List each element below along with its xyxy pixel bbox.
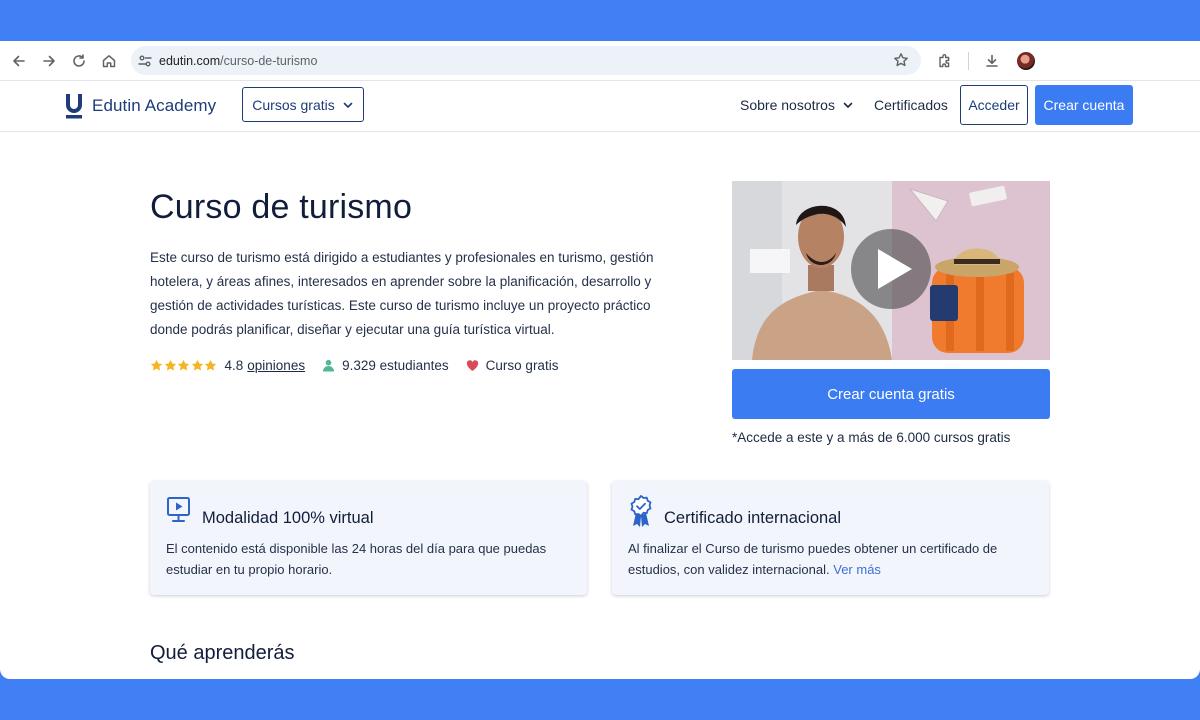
- video-still-image: [732, 181, 1050, 360]
- monitor-play-icon: [167, 497, 190, 522]
- browser-window: edutin.com/curso-de-turismo Edutin Acade…: [0, 41, 1200, 679]
- home-icon[interactable]: [94, 46, 124, 76]
- address-bar[interactable]: edutin.com/curso-de-turismo: [131, 46, 921, 75]
- feature-text: El contenido está disponible las 24 hora…: [166, 541, 547, 577]
- star-icon: [191, 359, 203, 371]
- page-title: Curso de turismo: [150, 188, 413, 226]
- crear-cuenta-gratis-button[interactable]: Crear cuenta gratis: [732, 369, 1050, 419]
- feature-text-container: Al finalizar el Curso de turismo puedes …: [628, 538, 1038, 580]
- chevron-down-icon: [343, 102, 353, 108]
- download-icon[interactable]: [977, 46, 1007, 76]
- feature-title: Modalidad 100% virtual: [202, 509, 374, 527]
- reload-icon[interactable]: [64, 46, 94, 76]
- star-icon: [150, 359, 163, 371]
- cursos-gratis-dropdown[interactable]: Cursos gratis: [242, 87, 364, 122]
- course-video-thumbnail[interactable]: [732, 181, 1050, 360]
- chevron-down-icon: [843, 102, 853, 108]
- feature-text: Al finalizar el Curso de turismo puedes …: [628, 541, 998, 577]
- star-icon: [204, 359, 217, 371]
- nav-certificados[interactable]: Certificados: [874, 97, 948, 113]
- course-description: Este curso de turismo está dirigido a es…: [150, 250, 654, 337]
- url-text: edutin.com/curso-de-turismo: [159, 53, 318, 68]
- back-icon[interactable]: [4, 46, 34, 76]
- feature-card-certificado: Certificado internacional Al finalizar e…: [612, 481, 1049, 595]
- rating-value: 4.8: [224, 358, 244, 373]
- nav-sobre-label: Sobre nosotros: [740, 97, 835, 113]
- browser-toolbar: edutin.com/curso-de-turismo: [0, 41, 1200, 81]
- profile-avatar[interactable]: [1017, 52, 1035, 70]
- curso-gratis-label: Curso gratis: [485, 358, 559, 373]
- opiniones-link[interactable]: opiniones: [247, 358, 305, 373]
- star-icon: [164, 359, 176, 371]
- award-ribbon-icon: [630, 495, 652, 527]
- feature-title: Certificado internacional: [664, 509, 842, 527]
- course-meta: 4.8 opiniones 9.329 estudiantes Curso gr…: [150, 358, 558, 373]
- section-title-que-aprenderas: Qué aprenderás: [150, 642, 295, 664]
- brand-name: Edutin Academy: [92, 96, 217, 115]
- feature-card-virtual: Modalidad 100% virtual El contenido está…: [150, 481, 587, 595]
- forward-icon[interactable]: [34, 46, 64, 76]
- site-header: Edutin Academy Cursos gratis Sobre nosot…: [0, 81, 1200, 132]
- site-info-icon[interactable]: [137, 53, 153, 69]
- crear-cuenta-button[interactable]: Crear cuenta: [1035, 85, 1133, 125]
- ver-mas-link[interactable]: Ver más: [833, 562, 881, 577]
- acceder-button[interactable]: Acceder: [960, 85, 1028, 125]
- edutin-logo-icon: [65, 92, 83, 120]
- students-count: 9.329 estudiantes: [342, 358, 449, 373]
- toolbar-separator: [968, 52, 969, 70]
- extensions-icon[interactable]: [930, 46, 960, 76]
- site-logo[interactable]: Edutin Academy: [65, 92, 216, 120]
- rating-stars: [150, 359, 218, 372]
- heart-icon: [466, 359, 479, 372]
- bookmark-star-icon[interactable]: [893, 52, 909, 68]
- user-icon: [322, 359, 335, 372]
- cursos-gratis-label: Cursos gratis: [252, 96, 335, 113]
- cta-note: *Accede a este y a más de 6.000 cursos g…: [732, 430, 1011, 445]
- nav-sobre-nosotros[interactable]: Sobre nosotros: [740, 97, 854, 113]
- star-icon: [177, 359, 190, 371]
